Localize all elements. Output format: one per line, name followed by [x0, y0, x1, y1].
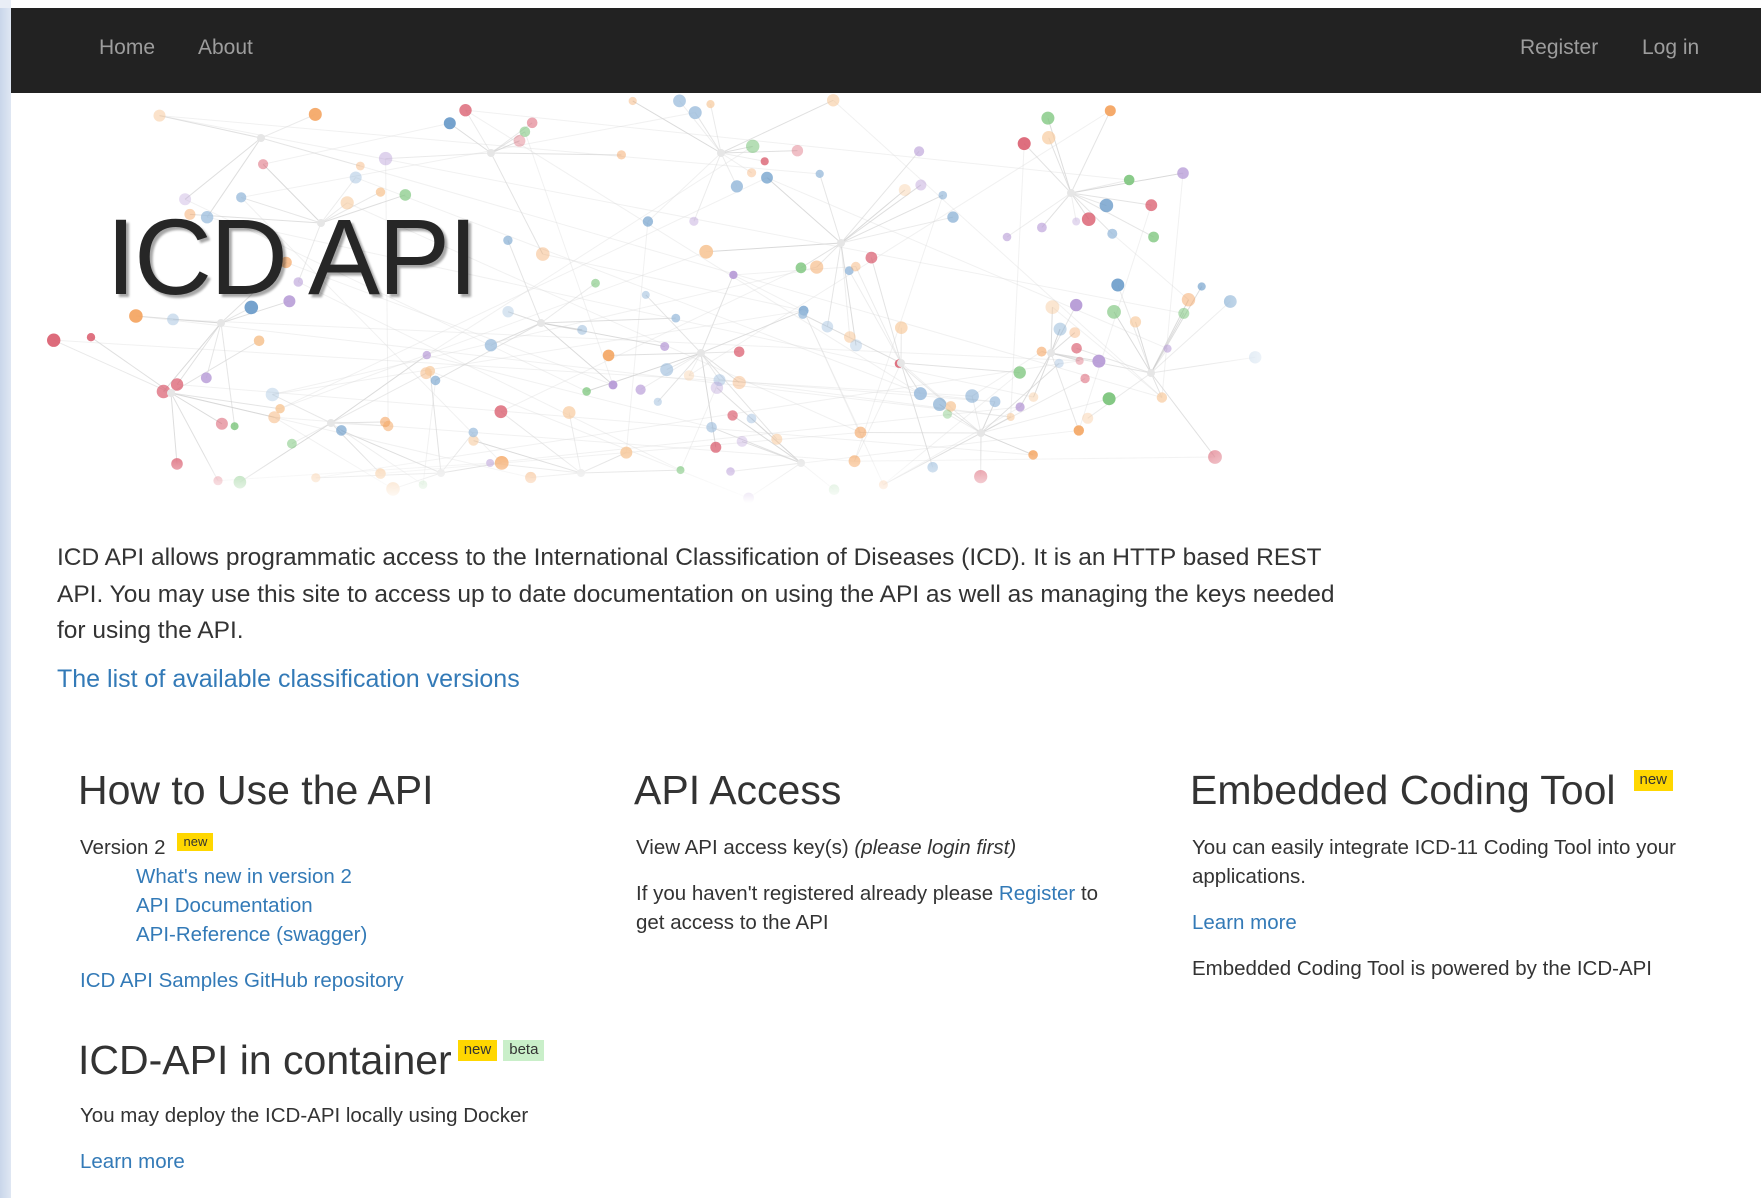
container-text: You may deploy the ICD-API locally using…: [80, 1104, 529, 1127]
embedded-new-badge: new: [1633, 770, 1674, 791]
version-2-links: What's new in version 2 API Documentatio…: [136, 862, 598, 949]
access-register-link[interactable]: Register: [999, 882, 1075, 905]
embedded-heading-text: Embedded Coding Tool: [1190, 767, 1616, 813]
container-learn-more-link[interactable]: Learn more: [80, 1147, 185, 1176]
nav-login-link[interactable]: Log in: [1642, 36, 1699, 60]
container-beta-badge: beta: [503, 1040, 545, 1061]
api-reference-swagger-link[interactable]: API-Reference (swagger): [136, 920, 598, 949]
api-access-heading: API Access: [634, 767, 842, 813]
samples-github-link[interactable]: ICD API Samples GitHub repository: [80, 966, 404, 995]
page: Home About Register Log in ICD API ICD A…: [11, 0, 1761, 1198]
hero-title: ICD API: [106, 196, 478, 317]
view-keys-label: View API access key(s): [636, 836, 849, 859]
api-access-section: API Access View API access key(s) (pleas…: [634, 770, 1134, 937]
embedded-coding-tool-heading: Embedded Coding Tool new: [1190, 770, 1730, 811]
hero-banner: ICD API: [21, 93, 1291, 503]
register-prefix: If you haven't registered already please: [636, 882, 994, 905]
container-heading: ICD-API in container new beta: [78, 1040, 598, 1081]
embedded-coding-tool-section: Embedded Coding Tool new You can easily i…: [1190, 770, 1730, 983]
nav-home-link[interactable]: Home: [99, 36, 155, 60]
api-documentation-link[interactable]: API Documentation: [136, 891, 598, 920]
login-first-note: (please login first): [854, 836, 1017, 859]
embedded-learn-more-link[interactable]: Learn more: [1192, 908, 1297, 937]
embedded-powered-text: Embedded Coding Tool is powered by the I…: [1192, 957, 1652, 980]
nav-about-link[interactable]: About: [198, 36, 253, 60]
how-to-use-heading: How to Use the API: [78, 767, 434, 813]
how-to-use-section: How to Use the API Version 2 new What's n…: [78, 770, 598, 995]
nav-register-link[interactable]: Register: [1520, 36, 1598, 60]
container-heading-text: ICD-API in container: [78, 1037, 452, 1083]
view-keys-text: View API access key(s) (please login fir…: [636, 833, 1134, 862]
container-new-badge: new: [457, 1040, 498, 1061]
classification-versions-link[interactable]: The list of available classification ver…: [57, 665, 520, 694]
whats-new-link[interactable]: What's new in version 2: [136, 862, 598, 891]
embedded-text: You can easily integrate ICD-11 Coding T…: [1192, 836, 1676, 888]
version-2-label: Version 2: [80, 836, 166, 859]
top-navbar: Home About Register Log in: [11, 8, 1761, 93]
register-text: If you haven't registered already please…: [636, 879, 1126, 937]
intro-paragraph: ICD API allows programmatic access to th…: [57, 544, 1335, 644]
version-new-badge: new: [177, 833, 214, 852]
container-section: ICD-API in container new beta You may depl…: [78, 1040, 598, 1176]
version-2-row: Version 2 new: [80, 833, 598, 862]
